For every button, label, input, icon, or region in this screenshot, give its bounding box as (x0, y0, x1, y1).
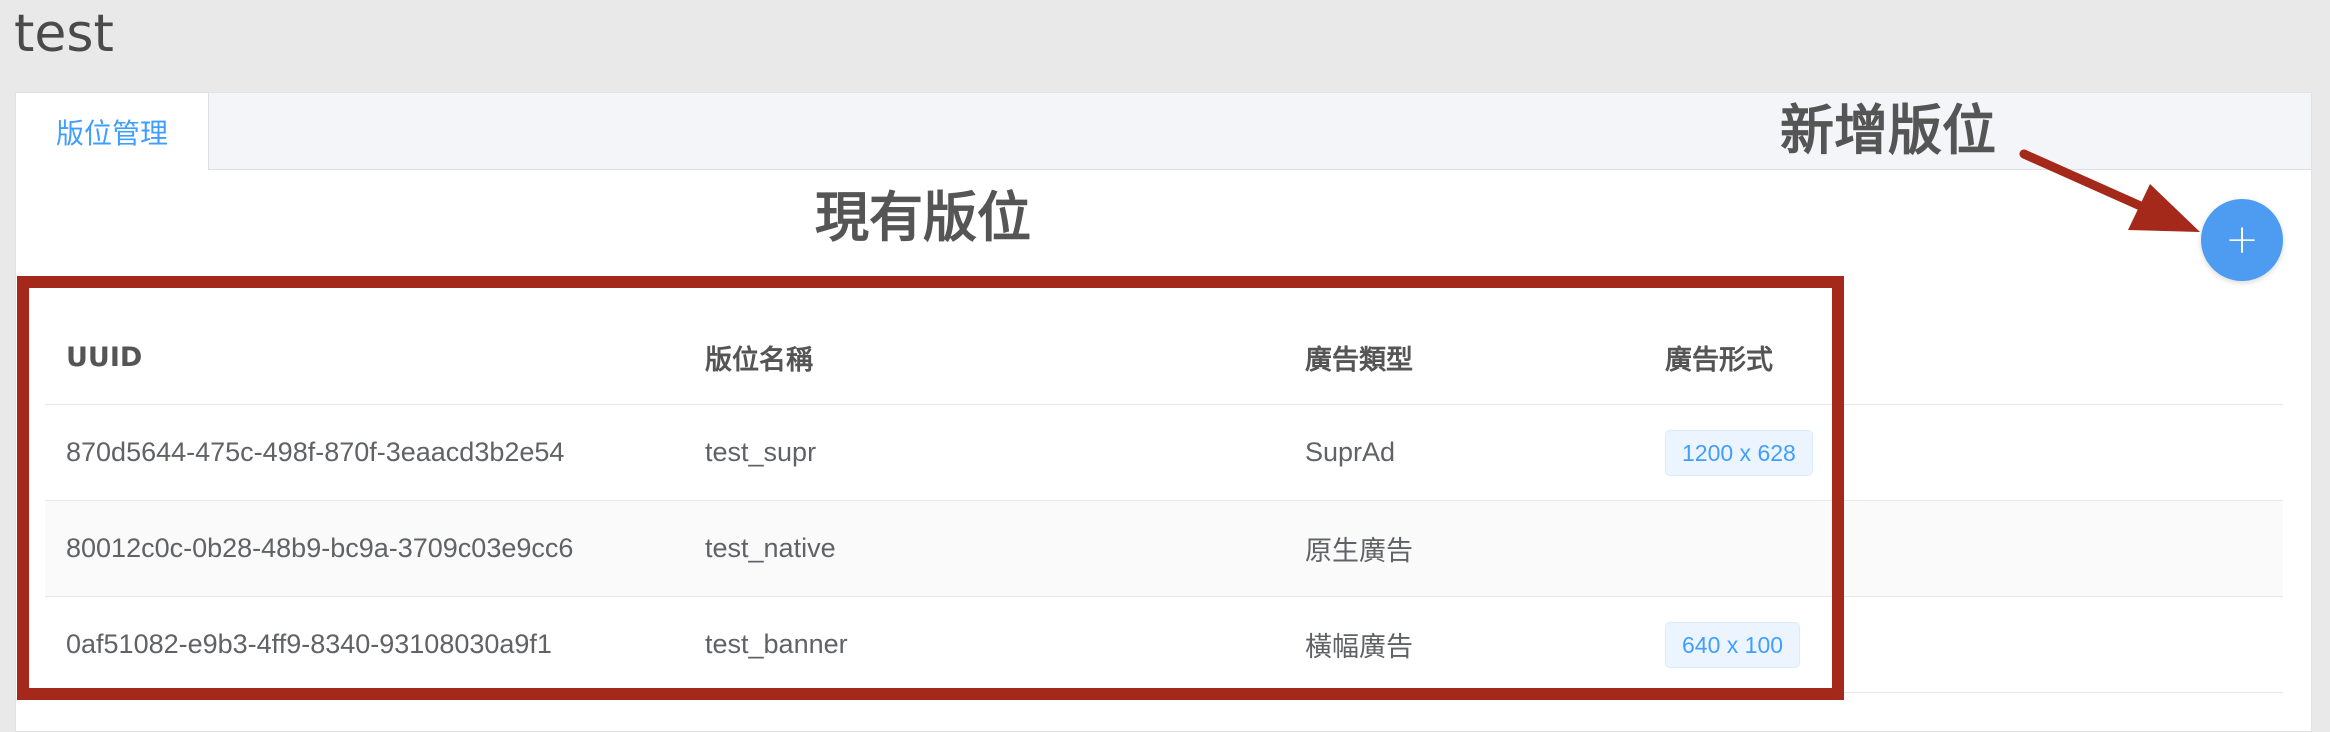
tab-slot-management[interactable]: 版位管理 (16, 93, 209, 170)
cell-ad-format: 640 x 100 (1665, 597, 1801, 692)
table-row[interactable]: 0af51082-e9b3-4ff9-8340-93108030a9f1 tes… (45, 597, 2283, 693)
cell-slot-name: test_supr (705, 437, 817, 467)
cell-uuid: 870d5644-475c-498f-870f-3eaacd3b2e54 (66, 437, 565, 467)
table-row[interactable]: 80012c0c-0b28-48b9-bc9a-3709c03e9cc6 tes… (45, 501, 2283, 597)
table-header-row: UUID 版位名稱 廣告類型 廣告形式 (45, 310, 2283, 405)
column-header-slot-name: 版位名稱 (705, 344, 813, 376)
table-row[interactable]: 870d5644-475c-498f-870f-3eaacd3b2e54 tes… (45, 405, 2283, 501)
column-header-uuid: UUID (66, 341, 143, 373)
annotation-existing-slots: 現有版位 (815, 186, 1031, 249)
page-title: test (14, 4, 114, 64)
slots-table: UUID 版位名稱 廣告類型 廣告形式 870d5644-475c-498f-8… (45, 310, 2283, 693)
column-header-ad-format: 廣告形式 (1665, 344, 1773, 376)
column-header-ad-type: 廣告類型 (1305, 344, 1413, 376)
cell-slot-name: test_native (705, 533, 836, 563)
format-tag: 1200 x 628 (1665, 429, 1813, 476)
cell-ad-type: 原生廣告 (1305, 536, 1413, 567)
cell-ad-format: 1200 x 628 (1665, 405, 1813, 500)
annotation-add-slot: 新增版位 (1780, 99, 1996, 162)
plus-icon: + (2225, 217, 2259, 263)
add-slot-button[interactable]: + (2201, 199, 2283, 281)
cell-slot-name: test_banner (705, 629, 848, 659)
cell-ad-type: SuprAd (1305, 437, 1396, 467)
format-tag: 640 x 100 (1665, 621, 1801, 668)
cell-uuid: 80012c0c-0b28-48b9-bc9a-3709c03e9cc6 (66, 533, 574, 563)
cell-uuid: 0af51082-e9b3-4ff9-8340-93108030a9f1 (66, 629, 552, 659)
annotation-arrow-icon (2019, 149, 2200, 232)
cell-ad-type: 橫幅廣告 (1305, 632, 1413, 663)
